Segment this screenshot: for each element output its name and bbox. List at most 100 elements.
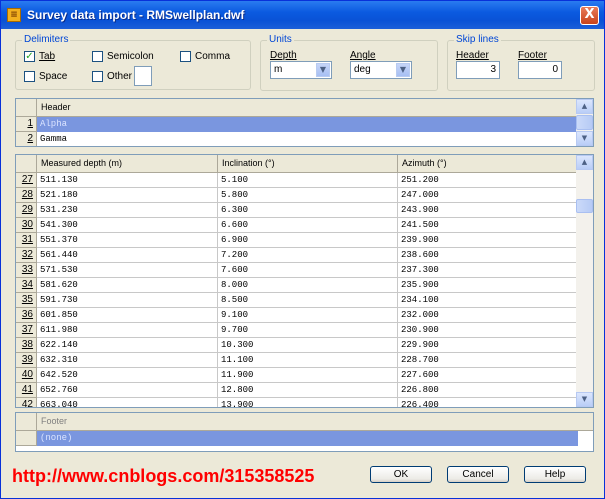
table-cell[interactable]: 632.310: [37, 353, 218, 368]
table-row[interactable]: 33 571.530 7.600 237.300: [16, 263, 578, 278]
table-cell[interactable]: 591.730: [37, 293, 218, 308]
table-cell[interactable]: 232.000: [398, 308, 578, 323]
help-button[interactable]: Help: [524, 466, 586, 483]
table-cell[interactable]: 601.850: [37, 308, 218, 323]
table-cell[interactable]: 234.100: [398, 293, 578, 308]
scroll-up-icon[interactable]: ▲: [576, 155, 593, 170]
tab-checkbox[interactable]: ✓ Tab: [24, 51, 55, 62]
row-number[interactable]: 39: [16, 353, 37, 368]
title-bar[interactable]: ≡ Survey data import - RMSwellplan.dwf X: [1, 1, 604, 29]
table-cell[interactable]: 531.230: [37, 203, 218, 218]
table-row[interactable]: (none): [16, 431, 593, 446]
table-cell[interactable]: 642.520: [37, 368, 218, 383]
table-cell[interactable]: 652.760: [37, 383, 218, 398]
table-cell[interactable]: 237.300: [398, 263, 578, 278]
scroll-down-icon[interactable]: ▼: [576, 131, 593, 146]
depth-unit-select[interactable]: m ▼: [270, 61, 332, 79]
table-cell[interactable]: 7.600: [218, 263, 398, 278]
row-number[interactable]: 42: [16, 398, 37, 407]
table-row[interactable]: 40 642.520 11.900 227.600: [16, 368, 578, 383]
table-cell[interactable]: 12.800: [218, 383, 398, 398]
table-cell[interactable]: 581.620: [37, 278, 218, 293]
row-number[interactable]: 31: [16, 233, 37, 248]
table-cell[interactable]: 5.800: [218, 188, 398, 203]
table-row[interactable]: 30 541.300 6.600 241.500: [16, 218, 578, 233]
table-cell[interactable]: 551.370: [37, 233, 218, 248]
table-row[interactable]: 36 601.850 9.100 232.000: [16, 308, 578, 323]
table-cell[interactable]: 238.600: [398, 248, 578, 263]
row-number[interactable]: [16, 431, 37, 446]
table-cell[interactable]: 611.980: [37, 323, 218, 338]
table-cell[interactable]: 247.000: [398, 188, 578, 203]
tab-checkbox-box[interactable]: ✓: [24, 51, 35, 62]
scroll-thumb[interactable]: [576, 115, 593, 130]
space-checkbox[interactable]: Space: [24, 71, 67, 82]
close-button[interactable]: X: [580, 6, 599, 25]
table-cell[interactable]: 511.130: [37, 173, 218, 188]
table-row[interactable]: 29 531.230 6.300 243.900: [16, 203, 578, 218]
scroll-up-icon[interactable]: ▲: [576, 99, 593, 114]
row-number[interactable]: 29: [16, 203, 37, 218]
scroll-thumb[interactable]: [576, 199, 593, 213]
table-cell[interactable]: 10.300: [218, 338, 398, 353]
table-cell[interactable]: 230.900: [398, 323, 578, 338]
table-cell[interactable]: 7.200: [218, 248, 398, 263]
row-number[interactable]: 32: [16, 248, 37, 263]
row-number[interactable]: 40: [16, 368, 37, 383]
table-cell[interactable]: 6.900: [218, 233, 398, 248]
row-number[interactable]: 35: [16, 293, 37, 308]
space-checkbox-box[interactable]: [24, 71, 35, 82]
other-checkbox-box[interactable]: [92, 71, 103, 82]
column-header-inclination[interactable]: Inclination (°): [218, 155, 398, 173]
row-number[interactable]: 2: [16, 132, 37, 146]
header-lines-grid[interactable]: Header 1 Alpha 2 Gamma ▲ ▼: [15, 98, 594, 147]
table-cell[interactable]: 11.100: [218, 353, 398, 368]
chevron-down-icon[interactable]: ▼: [396, 63, 410, 77]
table-cell[interactable]: 227.600: [398, 368, 578, 383]
other-delimiter-input[interactable]: [134, 66, 152, 86]
footer-lines-input[interactable]: 0: [518, 61, 562, 79]
other-checkbox[interactable]: Other: [92, 71, 132, 82]
table-cell[interactable]: 521.180: [37, 188, 218, 203]
row-number[interactable]: 38: [16, 338, 37, 353]
table-cell[interactable]: 13.900: [218, 398, 398, 407]
table-row[interactable]: 42 663.040 13.900 226.400: [16, 398, 578, 407]
footer-lines-grid[interactable]: Footer (none): [15, 412, 594, 452]
table-row[interactable]: 38 622.140 10.300 229.900: [16, 338, 578, 353]
table-cell[interactable]: 241.500: [398, 218, 578, 233]
row-number[interactable]: 37: [16, 323, 37, 338]
table-cell[interactable]: 228.700: [398, 353, 578, 368]
table-cell[interactable]: 226.800: [398, 383, 578, 398]
table-row[interactable]: 27 511.130 5.100 251.200: [16, 173, 578, 188]
table-cell[interactable]: 6.300: [218, 203, 398, 218]
ok-button[interactable]: OK: [370, 466, 432, 483]
table-cell[interactable]: (none): [37, 431, 578, 446]
angle-unit-select[interactable]: deg ▼: [350, 61, 412, 79]
row-number[interactable]: 27: [16, 173, 37, 188]
table-cell[interactable]: 251.200: [398, 173, 578, 188]
table-cell[interactable]: 11.900: [218, 368, 398, 383]
scroll-down-icon[interactable]: ▼: [576, 392, 593, 407]
table-cell[interactable]: 239.900: [398, 233, 578, 248]
cancel-button[interactable]: Cancel: [447, 466, 509, 483]
table-cell[interactable]: 243.900: [398, 203, 578, 218]
table-row[interactable]: 2 Gamma: [16, 132, 578, 146]
table-row[interactable]: 37 611.980 9.700 230.900: [16, 323, 578, 338]
data-grid-scrollbar[interactable]: ▲ ▼: [576, 155, 593, 407]
table-cell[interactable]: 6.600: [218, 218, 398, 233]
column-header-measured-depth[interactable]: Measured depth (m): [37, 155, 218, 173]
table-cell[interactable]: Gamma: [37, 132, 578, 146]
header-column-header[interactable]: Header: [37, 99, 577, 117]
table-cell[interactable]: 561.440: [37, 248, 218, 263]
table-cell[interactable]: Alpha: [37, 117, 578, 132]
comma-checkbox[interactable]: Comma: [180, 51, 230, 62]
table-cell[interactable]: 9.700: [218, 323, 398, 338]
table-cell[interactable]: 229.900: [398, 338, 578, 353]
row-number[interactable]: 1: [16, 117, 37, 132]
comma-checkbox-box[interactable]: [180, 51, 191, 62]
table-cell[interactable]: 8.000: [218, 278, 398, 293]
row-number[interactable]: 30: [16, 218, 37, 233]
row-number[interactable]: 28: [16, 188, 37, 203]
table-cell[interactable]: 226.400: [398, 398, 578, 407]
row-number[interactable]: 34: [16, 278, 37, 293]
